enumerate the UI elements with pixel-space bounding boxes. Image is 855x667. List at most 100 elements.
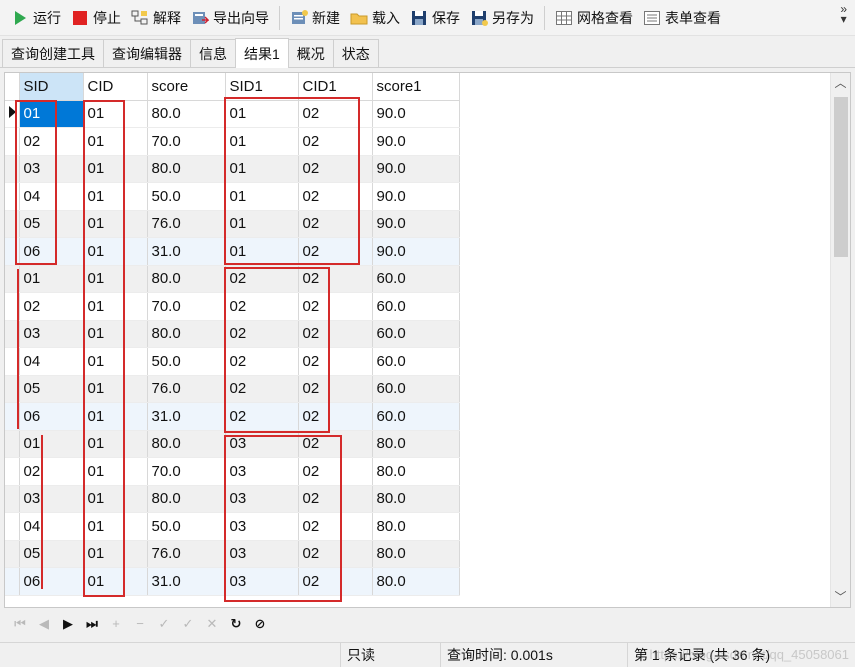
row-indicator[interactable] [5,512,20,541]
cell-cid1[interactable]: 02 [298,265,373,293]
row-indicator[interactable] [5,127,20,156]
cell-cid1[interactable]: 02 [298,457,373,486]
cell-cid1[interactable]: 02 [298,347,373,376]
cell-cid[interactable]: 01 [83,457,148,486]
cell-sid1[interactable]: 01 [225,210,299,238]
cell-score1[interactable]: 80.0 [372,567,460,596]
cell-cid1[interactable]: 02 [298,210,373,238]
table-row[interactable]: 02 01 70.0 02 02 60.0 [5,292,460,321]
cell-cid1[interactable]: 02 [298,375,373,403]
cell-score[interactable]: 80.0 [147,100,226,128]
tab-status[interactable]: 状态 [332,39,379,67]
cell-score1[interactable]: 60.0 [372,375,460,403]
cell-score1[interactable]: 80.0 [372,430,460,458]
row-indicator[interactable] [5,237,20,266]
cell-sid1[interactable]: 02 [225,347,299,376]
row-indicator[interactable] [5,567,20,596]
cell-cid[interactable]: 01 [83,292,148,321]
column-header-sid1[interactable]: SID1 [225,73,299,101]
cell-score[interactable]: 31.0 [147,567,226,596]
cell-sid1[interactable]: 02 [225,292,299,321]
column-header-cid[interactable]: CID [83,73,148,101]
cell-score1[interactable]: 90.0 [372,182,460,211]
cell-score1[interactable]: 60.0 [372,347,460,376]
row-indicator[interactable] [5,210,20,238]
cell-score1[interactable]: 60.0 [372,402,460,431]
cell-sid[interactable]: 01 [19,430,84,458]
cell-score1[interactable]: 90.0 [372,127,460,156]
table-row[interactable]: 03 01 80.0 03 02 80.0 [5,485,460,513]
stop-icon[interactable]: ⊘ [250,614,270,634]
column-header-cid1[interactable]: CID1 [298,73,373,101]
cell-sid[interactable]: 05 [19,540,84,568]
cell-score1[interactable]: 60.0 [372,265,460,293]
table-row[interactable]: 05 01 76.0 03 02 80.0 [5,540,460,568]
table-row[interactable]: 05 01 76.0 02 02 60.0 [5,375,460,403]
cell-score1[interactable]: 90.0 [372,155,460,183]
add-record-icon[interactable]: + [106,614,126,634]
cell-cid1[interactable]: 02 [298,485,373,513]
cell-score[interactable]: 76.0 [147,540,226,568]
cell-sid[interactable]: 03 [19,320,84,348]
grid-view-button[interactable]: 网格查看 [550,4,638,32]
cell-sid[interactable]: 03 [19,485,84,513]
cell-cid[interactable]: 01 [83,155,148,183]
row-indicator[interactable] [5,457,20,486]
column-header-score1[interactable]: score1 [372,73,460,101]
cancel-changes-icon[interactable]: ✓ [178,614,198,634]
cell-sid1[interactable]: 01 [225,237,299,266]
result-grid[interactable]: SID CID score SID1 CID1 score1 01 01 80.0 0… [4,72,851,608]
cell-score[interactable]: 50.0 [147,512,226,541]
cell-sid[interactable]: 02 [19,127,84,156]
cell-score[interactable]: 70.0 [147,127,226,156]
tab-profile[interactable]: 概况 [287,39,334,67]
form-view-button[interactable]: 表单查看 [638,4,726,32]
save-as-button[interactable]: 另存为 [465,4,539,32]
delete-record-icon[interactable]: − [130,614,150,634]
stop-button[interactable]: 停止 [66,4,126,32]
next-record-icon[interactable]: ▶ [58,614,78,634]
cell-cid[interactable]: 01 [83,512,148,541]
cell-score[interactable]: 31.0 [147,402,226,431]
cell-cid1[interactable]: 02 [298,182,373,211]
cell-sid1[interactable]: 01 [225,127,299,156]
table-row[interactable]: 06 01 31.0 02 02 60.0 [5,402,460,431]
scrollbar-thumb[interactable] [834,97,848,257]
last-record-icon[interactable]: ⏭ [82,614,102,634]
cell-cid[interactable]: 01 [83,430,148,458]
table-row[interactable]: 03 01 80.0 01 02 90.0 [5,155,460,183]
table-row[interactable]: 04 01 50.0 03 02 80.0 [5,512,460,541]
cell-cid[interactable]: 01 [83,182,148,211]
table-row[interactable]: 02 01 70.0 03 02 80.0 [5,457,460,486]
cell-sid[interactable]: 04 [19,347,84,376]
cell-sid1[interactable]: 02 [225,265,299,293]
cell-cid[interactable]: 01 [83,210,148,238]
cell-score1[interactable]: 90.0 [372,237,460,266]
tab-query-builder[interactable]: 查询创建工具 [2,39,104,67]
cell-cid[interactable]: 01 [83,320,148,348]
cell-cid[interactable]: 01 [83,567,148,596]
cell-sid[interactable]: 05 [19,375,84,403]
cell-sid1[interactable]: 01 [225,182,299,211]
column-header-score[interactable]: score [147,73,226,101]
run-button[interactable]: 运行 [6,4,66,32]
cell-sid1[interactable]: 02 [225,402,299,431]
cell-sid[interactable]: 05 [19,210,84,238]
cell-cid[interactable]: 01 [83,375,148,403]
cell-sid[interactable]: 04 [19,182,84,211]
cell-score[interactable]: 80.0 [147,155,226,183]
cell-sid[interactable]: 02 [19,457,84,486]
cell-sid1[interactable]: 03 [225,567,299,596]
first-record-icon[interactable]: ⏮ [10,614,30,634]
vertical-scrollbar[interactable]: ︿ ﹀ [830,73,850,607]
table-row[interactable]: 06 01 31.0 01 02 90.0 [5,237,460,266]
cell-sid[interactable]: 06 [19,567,84,596]
previous-record-icon[interactable]: ◀ [34,614,54,634]
cell-score[interactable]: 80.0 [147,265,226,293]
table-row[interactable]: 01 01 80.0 01 02 90.0 [5,100,460,128]
cell-cid[interactable]: 01 [83,540,148,568]
cell-cid[interactable]: 01 [83,402,148,431]
table-row[interactable]: 05 01 76.0 01 02 90.0 [5,210,460,238]
cell-cid1[interactable]: 02 [298,237,373,266]
row-indicator[interactable] [5,485,20,513]
